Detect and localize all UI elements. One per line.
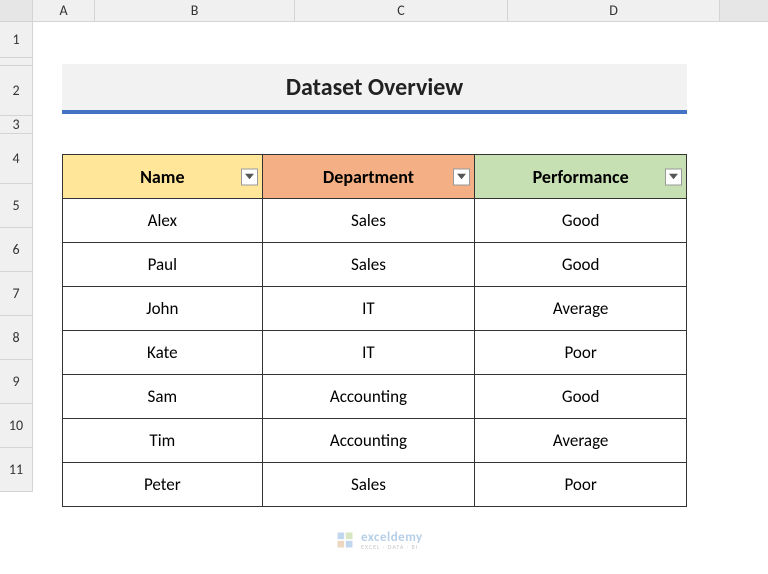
title-text: Dataset Overview	[286, 73, 463, 102]
row-header-7[interactable]: 7	[0, 272, 33, 316]
row-header-6[interactable]: 6	[0, 228, 33, 272]
table-body: Alex Sales Good Paul Sales Good John IT …	[63, 199, 687, 507]
row-header-5[interactable]: 5	[0, 184, 33, 228]
watermark-title: exceldemy	[361, 531, 423, 544]
table-row[interactable]: Tim Accounting Average	[63, 419, 687, 463]
row-header-spacer	[0, 58, 33, 66]
row-header-4[interactable]: 4	[0, 134, 33, 184]
cell-performance[interactable]: Average	[475, 419, 687, 463]
table-row[interactable]: Paul Sales Good	[63, 243, 687, 287]
title-cell[interactable]: Dataset Overview	[62, 64, 687, 114]
header-name[interactable]: Name	[63, 155, 263, 199]
watermark: exceldemy EXCEL · DATA · BI	[335, 530, 423, 550]
filter-button-department[interactable]	[453, 168, 470, 185]
cell-performance[interactable]: Poor	[475, 463, 687, 507]
header-department-label: Department	[323, 166, 414, 188]
filter-button-performance[interactable]	[665, 168, 682, 185]
header-performance[interactable]: Performance	[475, 155, 687, 199]
cell-name[interactable]: Alex	[63, 199, 263, 243]
cell-name[interactable]: Kate	[63, 331, 263, 375]
cell-performance[interactable]: Poor	[475, 331, 687, 375]
cell-name[interactable]: Paul	[63, 243, 263, 287]
cell-department[interactable]: Sales	[262, 243, 475, 287]
cell-name[interactable]: Sam	[63, 375, 263, 419]
cell-performance[interactable]: Average	[475, 287, 687, 331]
row-header-8[interactable]: 8	[0, 316, 33, 360]
cell-name[interactable]: Peter	[63, 463, 263, 507]
spreadsheet-grid: A B C D 1 2 3 4 5 6 7 8 9 10 11 Dataset …	[0, 0, 768, 574]
table-row[interactable]: Peter Sales Poor	[63, 463, 687, 507]
cell-department[interactable]: Sales	[262, 463, 475, 507]
row-header-2[interactable]: 2	[0, 66, 33, 116]
row-header-3[interactable]: 3	[0, 116, 33, 134]
row-headers: 1 2 3 4 5 6 7 8 9 10 11	[0, 22, 33, 492]
cell-department[interactable]: Accounting	[262, 375, 475, 419]
table-row[interactable]: Alex Sales Good	[63, 199, 687, 243]
col-header-a[interactable]: A	[33, 0, 95, 21]
cell-department[interactable]: Accounting	[262, 419, 475, 463]
cell-name[interactable]: Tim	[63, 419, 263, 463]
chevron-down-icon	[457, 174, 466, 180]
cell-name[interactable]: John	[63, 287, 263, 331]
filter-button-name[interactable]	[241, 168, 258, 185]
chevron-down-icon	[669, 174, 678, 180]
table-row[interactable]: John IT Average	[63, 287, 687, 331]
cell-performance[interactable]: Good	[475, 243, 687, 287]
row-header-11[interactable]: 11	[0, 448, 33, 492]
cell-department[interactable]: Sales	[262, 199, 475, 243]
header-department[interactable]: Department	[262, 155, 475, 199]
logo-icon	[335, 530, 355, 550]
row-header-1[interactable]: 1	[0, 22, 33, 58]
select-all-corner[interactable]	[0, 0, 33, 21]
header-row: Name Department Performance	[63, 155, 687, 199]
cell-performance[interactable]: Good	[475, 375, 687, 419]
column-headers: A B C D	[0, 0, 768, 22]
data-table: Name Department Performance	[62, 154, 687, 507]
col-header-d[interactable]: D	[508, 0, 720, 21]
cell-department[interactable]: IT	[262, 287, 475, 331]
table-row[interactable]: Sam Accounting Good	[63, 375, 687, 419]
cell-performance[interactable]: Good	[475, 199, 687, 243]
header-performance-label: Performance	[533, 166, 629, 188]
chevron-down-icon	[245, 174, 254, 180]
cell-department[interactable]: IT	[262, 331, 475, 375]
watermark-subtitle: EXCEL · DATA · BI	[361, 544, 423, 550]
table-row[interactable]: Kate IT Poor	[63, 331, 687, 375]
col-header-c[interactable]: C	[295, 0, 508, 21]
row-header-9[interactable]: 9	[0, 360, 33, 404]
header-name-label: Name	[140, 166, 184, 188]
row-header-10[interactable]: 10	[0, 404, 33, 448]
col-header-b[interactable]: B	[95, 0, 295, 21]
